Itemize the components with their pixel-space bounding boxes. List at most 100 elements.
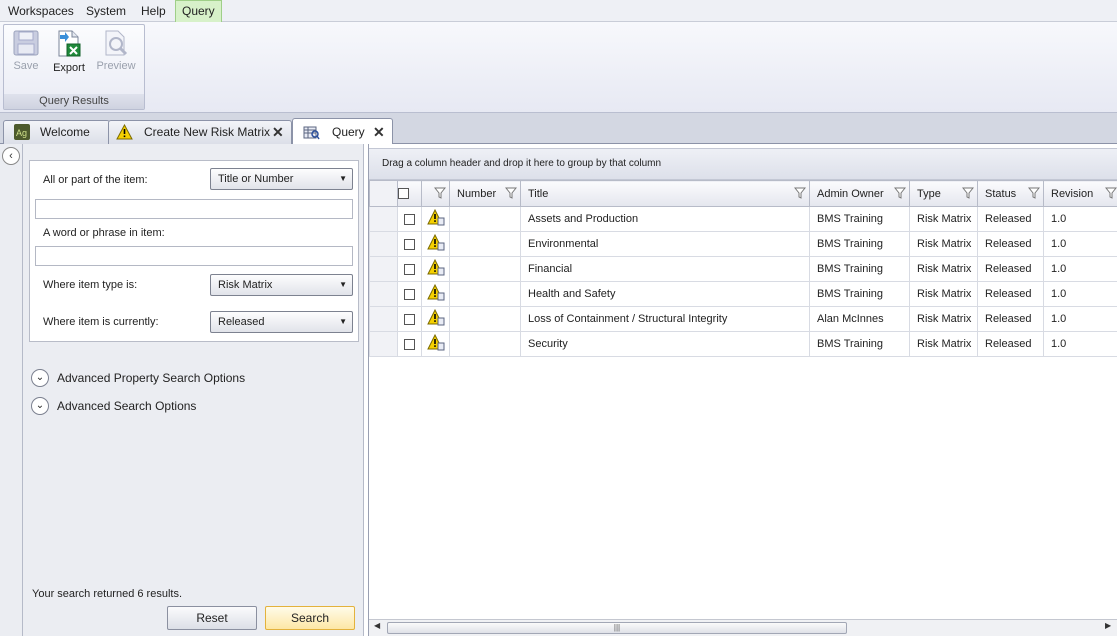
cell-revision[interactable]: 1.0 (1043, 306, 1117, 332)
search-button[interactable]: Search (265, 606, 355, 630)
table-row[interactable]: Assets and Production BMS Training Risk Ma… (369, 206, 1117, 232)
cell-type[interactable]: Risk Matrix (909, 281, 978, 307)
cell-title[interactable]: Loss of Containment / Structural Integri… (520, 306, 810, 332)
cell-type[interactable]: Risk Matrix (909, 256, 978, 282)
cell-admin-owner[interactable]: BMS Training (809, 331, 910, 357)
row-select-cell[interactable] (397, 306, 422, 332)
row-header[interactable] (369, 306, 398, 332)
cell-admin-owner[interactable]: BMS Training (809, 256, 910, 282)
close-icon[interactable]: ✕ (373, 124, 385, 141)
cell-title[interactable]: Health and Safety (520, 281, 810, 307)
table-row[interactable]: Environmental BMS Training Risk Matrix Rele… (369, 231, 1117, 257)
column-header-status[interactable]: Status (977, 180, 1044, 207)
preview-button[interactable]: Preview (96, 29, 136, 79)
table-row[interactable]: Financial BMS Training Risk Matrix Released… (369, 256, 1117, 282)
row-select-cell[interactable] (397, 281, 422, 307)
cell-status[interactable]: Released (977, 206, 1044, 232)
phrase-search-input[interactable] (35, 246, 353, 266)
row-header[interactable] (369, 281, 398, 307)
row-select-cell[interactable] (397, 206, 422, 232)
cell-admin-owner[interactable]: BMS Training (809, 231, 910, 257)
cell-status[interactable]: Released (977, 231, 1044, 257)
cell-type[interactable]: Risk Matrix (909, 231, 978, 257)
cell-number[interactable] (449, 206, 521, 232)
group-by-drop-area[interactable]: Drag a column header and drop it here to… (369, 148, 1117, 180)
tab-create-risk-matrix[interactable]: Create New Risk Matrix ✕ (108, 120, 292, 144)
filter-icon[interactable] (1028, 187, 1040, 199)
filter-icon[interactable] (962, 187, 974, 199)
chevron-left-icon[interactable]: ‹ (2, 147, 20, 165)
cell-number[interactable] (449, 306, 521, 332)
select-all-header[interactable] (397, 180, 422, 207)
row-header[interactable] (369, 331, 398, 357)
cell-number[interactable] (449, 331, 521, 357)
menu-system[interactable]: System (86, 0, 126, 22)
item-search-input[interactable] (35, 199, 353, 219)
cell-type[interactable]: Risk Matrix (909, 306, 978, 332)
menu-help[interactable]: Help (141, 0, 166, 22)
row-header[interactable] (369, 231, 398, 257)
cell-type[interactable]: Risk Matrix (909, 206, 978, 232)
cell-title[interactable]: Security (520, 331, 810, 357)
tab-query[interactable]: Query ✕ (292, 118, 393, 145)
cell-title[interactable]: Environmental (520, 231, 810, 257)
reset-button[interactable]: Reset (167, 606, 257, 630)
filter-icon[interactable] (1105, 187, 1117, 199)
cell-admin-owner[interactable]: BMS Training (809, 206, 910, 232)
row-header[interactable] (369, 256, 398, 282)
row-checkbox[interactable] (404, 213, 415, 225)
row-header[interactable] (369, 206, 398, 232)
column-header-type[interactable]: Type (909, 180, 978, 207)
cell-revision[interactable]: 1.0 (1043, 281, 1117, 307)
cell-number[interactable] (449, 231, 521, 257)
column-header-title[interactable]: Title (520, 180, 810, 207)
filter-icon[interactable] (434, 187, 446, 199)
filter-icon[interactable] (505, 187, 517, 199)
cell-status[interactable]: Released (977, 281, 1044, 307)
scroll-right-icon[interactable]: ▶ (1105, 621, 1111, 630)
cell-revision[interactable]: 1.0 (1043, 206, 1117, 232)
cell-title[interactable]: Financial (520, 256, 810, 282)
cell-status[interactable]: Released (977, 306, 1044, 332)
cell-title[interactable]: Assets and Production (520, 206, 810, 232)
tab-welcome[interactable]: Ag Welcome (3, 120, 110, 144)
item-scope-select[interactable]: Title or Number ▼ (210, 168, 353, 190)
cell-status[interactable]: Released (977, 256, 1044, 282)
filter-icon[interactable] (794, 187, 806, 199)
item-type-select[interactable]: Risk Matrix ▼ (210, 274, 353, 296)
row-select-cell[interactable] (397, 231, 422, 257)
export-button[interactable]: Export (49, 29, 89, 79)
cell-number[interactable] (449, 281, 521, 307)
horizontal-scrollbar[interactable]: ◀ ||| ▶ (369, 619, 1117, 636)
column-header-admin-owner[interactable]: Admin Owner (809, 180, 910, 207)
row-checkbox[interactable] (404, 313, 415, 325)
table-row[interactable]: Loss of Containment / Structural Integri… (369, 306, 1117, 332)
cell-revision[interactable]: 1.0 (1043, 231, 1117, 257)
filter-icon[interactable] (894, 187, 906, 199)
table-row[interactable]: Health and Safety BMS Training Risk Matrix… (369, 281, 1117, 307)
row-checkbox[interactable] (404, 288, 415, 300)
column-header-revision[interactable]: Revision (1043, 180, 1117, 207)
menu-query[interactable]: Query (175, 0, 222, 23)
column-header-number[interactable]: Number (449, 180, 521, 207)
cell-status[interactable]: Released (977, 331, 1044, 357)
menu-workspaces[interactable]: Workspaces (8, 0, 74, 22)
table-row[interactable]: Security BMS Training Risk Matrix Released 1… (369, 331, 1117, 357)
close-icon[interactable]: ✕ (272, 124, 284, 141)
cell-type[interactable]: Risk Matrix (909, 331, 978, 357)
row-select-cell[interactable] (397, 256, 422, 282)
cell-revision[interactable]: 1.0 (1043, 331, 1117, 357)
cell-admin-owner[interactable]: Alan McInnes (809, 306, 910, 332)
select-all-checkbox[interactable] (398, 188, 409, 200)
cell-admin-owner[interactable]: BMS Training (809, 281, 910, 307)
cell-revision[interactable]: 1.0 (1043, 256, 1117, 282)
icon-column-header[interactable] (421, 180, 450, 207)
row-checkbox[interactable] (404, 263, 415, 275)
save-button[interactable]: Save (6, 29, 46, 79)
scrollbar-thumb[interactable]: ||| (387, 622, 847, 634)
row-select-cell[interactable] (397, 331, 422, 357)
cell-number[interactable] (449, 256, 521, 282)
scroll-left-icon[interactable]: ◀ (374, 621, 380, 630)
row-checkbox[interactable] (404, 238, 415, 250)
item-status-select[interactable]: Released ▼ (210, 311, 353, 333)
